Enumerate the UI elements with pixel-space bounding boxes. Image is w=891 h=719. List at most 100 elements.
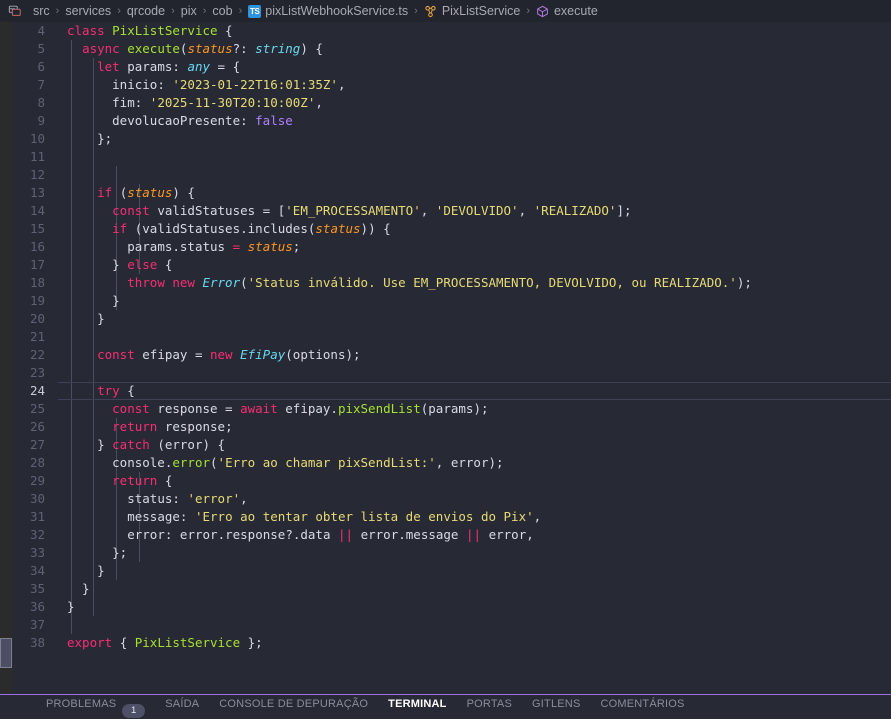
code-line-content[interactable]: status: 'error', xyxy=(58,490,891,508)
breadcrumb-item-execute[interactable]: execute xyxy=(535,4,599,18)
code-line[interactable]: 26 return response; xyxy=(13,418,891,436)
code-line[interactable]: 20 } xyxy=(13,310,891,328)
code-line-content[interactable] xyxy=(58,148,891,166)
code-line[interactable]: 29 return { xyxy=(13,472,891,490)
code-line[interactable]: 25 const response = await efipay.pixSend… xyxy=(13,400,891,418)
code-line[interactable]: 4 class PixListService { xyxy=(13,22,891,40)
code-token: const xyxy=(97,347,143,362)
code-line[interactable]: 19 } xyxy=(13,292,891,310)
breadcrumb-item-qrcode[interactable]: qrcode xyxy=(126,4,166,18)
code-line-content[interactable]: try { xyxy=(58,382,891,400)
code-token: . xyxy=(398,527,406,542)
code-line[interactable]: 15 if (validStatuses.includes(status)) { xyxy=(13,220,891,238)
code-line-content[interactable]: export { PixListService }; xyxy=(58,634,891,652)
breadcrumb-separator: › xyxy=(117,5,121,17)
code-editor[interactable]: 4 class PixListService {5 async execute(s… xyxy=(0,22,891,694)
panel-tab-portas[interactable]: PORTAS xyxy=(457,695,522,719)
panel-tab-coment-rios[interactable]: COMENTÁRIOS xyxy=(590,695,694,719)
line-number: 9 xyxy=(37,113,45,128)
code-line-content[interactable]: const response = await efipay.pixSendLis… xyxy=(58,400,891,418)
code-line-content[interactable] xyxy=(58,166,891,184)
code-line[interactable]: 23 xyxy=(13,364,891,382)
code-line-content[interactable]: params.status = status; xyxy=(58,238,891,256)
code-line[interactable]: 8 fim: '2025-11-30T20:10:00Z', xyxy=(13,94,891,112)
breadcrumb-item-label: PixListService xyxy=(441,4,521,18)
code-line-content[interactable]: } xyxy=(58,598,891,616)
code-line-content[interactable]: if (status) { xyxy=(58,184,891,202)
code-line-content[interactable]: } xyxy=(58,562,891,580)
code-line[interactable]: 6 let params: any = { xyxy=(13,58,891,76)
code-lines-container[interactable]: 4 class PixListService {5 async execute(s… xyxy=(13,22,891,694)
line-number: 8 xyxy=(37,95,45,110)
code-line-content[interactable] xyxy=(58,328,891,346)
code-line[interactable]: 36} xyxy=(13,598,891,616)
code-line[interactable]: 13 if (status) { xyxy=(13,184,891,202)
code-line[interactable]: 31 message: 'Erro ao tentar obter lista … xyxy=(13,508,891,526)
code-line[interactable]: 7 inicio: '2023-01-22T16:01:35Z', xyxy=(13,76,891,94)
code-line[interactable]: 28 console.error('Erro ao chamar pixSend… xyxy=(13,454,891,472)
code-line[interactable]: 14 const validStatuses = ['EM_PROCESSAME… xyxy=(13,202,891,220)
code-line-content[interactable]: inicio: '2023-01-22T16:01:35Z', xyxy=(58,76,891,94)
code-line-content[interactable]: const efipay = new EfiPay(options); xyxy=(58,346,891,364)
split-editor-icon[interactable] xyxy=(4,0,26,22)
breadcrumb-item-pix[interactable]: pix xyxy=(180,4,198,18)
panel-tab-problemas[interactable]: PROBLEMAS 1 xyxy=(36,695,155,719)
code-line-content[interactable]: return response; xyxy=(58,418,891,436)
line-number: 18 xyxy=(29,275,45,290)
code-line[interactable]: 5 async execute(status?: string) { xyxy=(13,40,891,58)
code-line-content[interactable]: }; xyxy=(58,130,891,148)
breadcrumb-item-pixlistwebhookservice-ts[interactable]: TS pixListWebhookService.ts xyxy=(247,4,409,18)
code-line[interactable]: 34 } xyxy=(13,562,891,580)
breadcrumb-item-cob[interactable]: cob xyxy=(211,4,233,18)
code-line[interactable]: 32 error: error.response?.data || error.… xyxy=(13,526,891,544)
code-line[interactable]: 27 } catch (error) { xyxy=(13,436,891,454)
code-line-content[interactable]: } catch (error) { xyxy=(58,436,891,454)
code-line[interactable]: 24 try { xyxy=(13,382,891,400)
code-line-content[interactable]: throw new Error('Status inválido. Use EM… xyxy=(58,274,891,292)
code-line-content[interactable]: } xyxy=(58,310,891,328)
code-line-content[interactable]: if (validStatuses.includes(status)) { xyxy=(58,220,891,238)
activity-bar-selected-item[interactable] xyxy=(0,638,12,668)
code-token: status xyxy=(127,491,173,506)
code-line-content[interactable]: async execute(status?: string) { xyxy=(58,40,891,58)
code-line-content[interactable]: } xyxy=(58,580,891,598)
code-line[interactable]: 17 } else { xyxy=(13,256,891,274)
code-line-content[interactable]: devolucaoPresente: false xyxy=(58,112,891,130)
code-line[interactable]: 16 params.status = status; xyxy=(13,238,891,256)
code-line-content[interactable]: return { xyxy=(58,472,891,490)
code-line[interactable]: 10 }; xyxy=(13,130,891,148)
panel-tab-sa-da[interactable]: SAÍDA xyxy=(155,695,209,719)
code-line-content[interactable]: console.error('Erro ao chamar pixSendLis… xyxy=(58,454,891,472)
code-line-content[interactable]: }; xyxy=(58,544,891,562)
code-line[interactable]: 33 }; xyxy=(13,544,891,562)
code-line[interactable]: 9 devolucaoPresente: false xyxy=(13,112,891,130)
code-line[interactable]: 11 xyxy=(13,148,891,166)
code-line[interactable]: 12 xyxy=(13,166,891,184)
panel-tab-terminal[interactable]: TERMINAL xyxy=(378,695,456,719)
code-line-content[interactable]: error: error.response?.data || error.mes… xyxy=(58,526,891,544)
breadcrumb-item-pixlistservice[interactable]: PixListService xyxy=(423,4,522,18)
code-line[interactable]: 38 export { PixListService }; xyxy=(13,634,891,652)
code-line-content[interactable]: const validStatuses = ['EM_PROCESSAMENTO… xyxy=(58,202,891,220)
breadcrumb-item-src[interactable]: src xyxy=(32,4,51,18)
code-token: } xyxy=(67,581,90,596)
panel-tab-console-de-depura-o[interactable]: CONSOLE DE DEPURAÇÃO xyxy=(209,695,378,719)
code-line-content[interactable]: } xyxy=(58,292,891,310)
code-line[interactable]: 22 const efipay = new EfiPay(options); xyxy=(13,346,891,364)
code-line[interactable]: 21 xyxy=(13,328,891,346)
code-line-content[interactable] xyxy=(58,616,891,634)
code-line-content[interactable]: class PixListService { xyxy=(58,22,891,40)
code-line-content[interactable]: message: 'Erro ao tentar obter lista de … xyxy=(58,508,891,526)
code-line[interactable]: 30 status: 'error', xyxy=(13,490,891,508)
code-line[interactable]: 37 xyxy=(13,616,891,634)
code-line-content[interactable]: fim: '2025-11-30T20:10:00Z', xyxy=(58,94,891,112)
code-line-content[interactable]: let params: any = { xyxy=(58,58,891,76)
code-line[interactable]: 35 } xyxy=(13,580,891,598)
code-line[interactable]: 18 throw new Error('Status inválido. Use… xyxy=(13,274,891,292)
code-line-content[interactable]: } else { xyxy=(58,256,891,274)
code-line-content[interactable] xyxy=(58,364,891,382)
panel-tab-gitlens[interactable]: GITLENS xyxy=(522,695,590,719)
breadcrumb-item-services[interactable]: services xyxy=(64,4,112,18)
